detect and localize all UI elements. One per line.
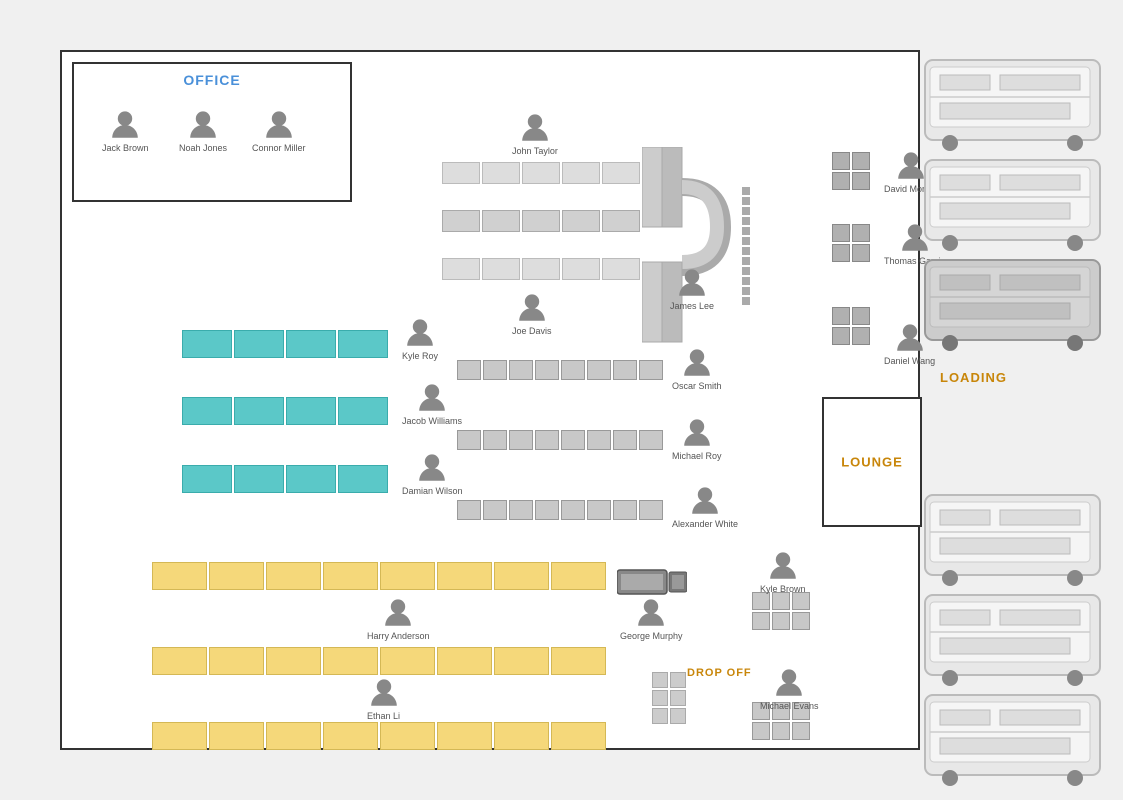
worker-name-kyle-brown: Kyle Brown bbox=[760, 584, 806, 594]
conveyor-table-jacob bbox=[182, 397, 388, 425]
office-label: OFFICE bbox=[74, 72, 350, 88]
worker-name-kyle-roy: Kyle Roy bbox=[402, 351, 438, 361]
blocks-kyle-brown bbox=[752, 592, 810, 630]
dropoff-boxes bbox=[652, 672, 686, 724]
worker-oscar-smith: Oscar Smith bbox=[672, 347, 722, 391]
truck-5 bbox=[920, 590, 1110, 690]
worker-name-george-murphy: George Murphy bbox=[620, 631, 683, 641]
worker-john-taylor: John Taylor bbox=[512, 112, 558, 156]
office-area: OFFICE Jack Brown Noah Jones Connor Mill… bbox=[72, 62, 352, 202]
top-conveyor-row3 bbox=[442, 258, 640, 280]
worker-name-alexander-white: Alexander White bbox=[672, 519, 738, 529]
worker-name-jack-brown: Jack Brown bbox=[102, 143, 149, 153]
loading-label: LOADING bbox=[940, 370, 1007, 385]
worker-alexander-white: Alexander White bbox=[672, 485, 738, 529]
worker-michael-roy: Michael Roy bbox=[672, 417, 722, 461]
truck-3 bbox=[920, 255, 1110, 355]
worker-harry-anderson: Harry Anderson bbox=[367, 597, 430, 641]
worker-james-lee: James Lee bbox=[670, 267, 714, 311]
worker-name-harry-anderson: Harry Anderson bbox=[367, 631, 430, 641]
top-conveyor-row1 bbox=[442, 162, 640, 184]
winding-conveyor bbox=[642, 147, 842, 347]
conveyor-table-kyle bbox=[182, 330, 388, 358]
blocks-thomas bbox=[832, 224, 870, 262]
lounge-area: LOUNGE bbox=[822, 397, 922, 527]
truck-4 bbox=[920, 490, 1110, 590]
warehouse-floor: OFFICE Jack Brown Noah Jones Connor Mill… bbox=[60, 50, 920, 750]
truck-1 bbox=[920, 55, 1110, 155]
worker-name-damian-wilson: Damian Wilson bbox=[402, 486, 463, 496]
worker-joe-davis: Joe Davis bbox=[512, 292, 552, 336]
worker-name-michael-roy: Michael Roy bbox=[672, 451, 722, 461]
worker-kyle-brown: Kyle Brown bbox=[760, 550, 806, 594]
worker-name-daniel-wang: Daniel Wang bbox=[884, 356, 935, 366]
yellow-table-row3 bbox=[152, 722, 606, 750]
worker-michael-evans: Michael Evans bbox=[760, 667, 819, 711]
worker-george-murphy: George Murphy bbox=[620, 597, 683, 641]
worker-ethan-li: Ethan Li bbox=[367, 677, 400, 721]
blocks-david bbox=[832, 152, 870, 190]
blocks-daniel bbox=[832, 307, 870, 345]
worker-kyle-roy: Kyle Roy bbox=[402, 317, 438, 361]
truck-2 bbox=[920, 155, 1110, 255]
worker-name-noah-jones: Noah Jones bbox=[179, 143, 227, 153]
lounge-label: LOUNGE bbox=[841, 455, 903, 470]
worker-name-jacob-williams: Jacob Williams bbox=[402, 416, 462, 426]
dropoff-label: DROP OFF bbox=[687, 667, 752, 679]
top-conveyor-row2 bbox=[442, 210, 640, 232]
yellow-table-row1 bbox=[152, 562, 606, 590]
yellow-table-row2 bbox=[152, 647, 606, 675]
worker-name-oscar-smith: Oscar Smith bbox=[672, 381, 722, 391]
worker-name-john-taylor: John Taylor bbox=[512, 146, 558, 156]
worker-noah-jones: Noah Jones bbox=[179, 109, 227, 153]
worker-name-ethan-li: Ethan Li bbox=[367, 711, 400, 721]
worker-name-connor-miller: Connor Miller bbox=[252, 143, 306, 153]
truck-6 bbox=[920, 690, 1110, 790]
worker-damian-wilson: Damian Wilson bbox=[402, 452, 463, 496]
worker-jack-brown: Jack Brown bbox=[102, 109, 149, 153]
machine-icon bbox=[617, 562, 687, 602]
worker-name-michael-evans: Michael Evans bbox=[760, 701, 819, 711]
worker-name-james-lee: James Lee bbox=[670, 301, 714, 311]
conveyor-table-damian bbox=[182, 465, 388, 493]
worker-jacob-williams: Jacob Williams bbox=[402, 382, 462, 426]
worker-connor-miller: Connor Miller bbox=[252, 109, 306, 153]
worker-name-joe-davis: Joe Davis bbox=[512, 326, 552, 336]
